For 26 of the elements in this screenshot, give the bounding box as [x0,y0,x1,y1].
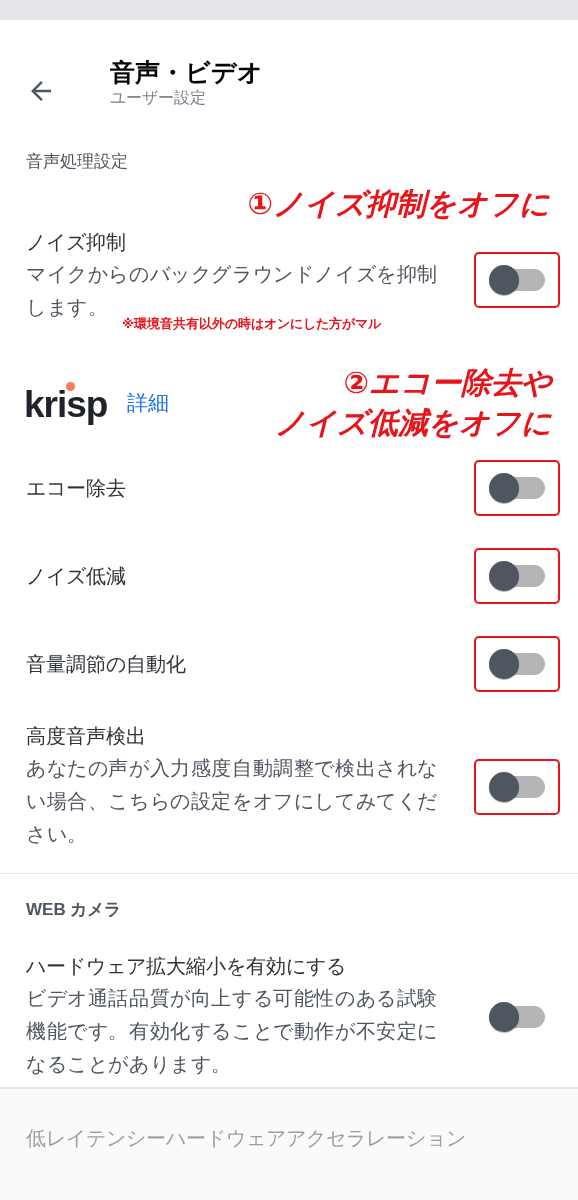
toggle-switch[interactable] [488,770,546,803]
page-title: 音声・ビデオ [110,57,263,88]
page-subtitle: ユーザー設定 [110,88,206,108]
section-heading: WEB カメラ [26,899,122,921]
setting-title: エコー除去 [26,476,126,501]
setting-title: 音量調節の自動化 [26,652,186,677]
krisp-logo: krisp [24,381,108,425]
setting-title: 低レイテンシーハードウェアアクセラレーション [26,1126,466,1151]
setting-description: マイクからのバックグラウンドノイズを抑制します。 [26,263,438,318]
setting-description: あなたの声が入力感度自動調整で検出されない場合、こちらの設定をオフにしてみてください。 [26,757,438,845]
toggle-switch[interactable] [488,264,546,296]
setting-title: 高度音声検出 [26,724,146,749]
toggle-switch[interactable] [488,648,546,680]
toggle-switch[interactable] [488,560,546,592]
annotation-text: ②エコー除去や [343,365,552,401]
setting-title: ノイズ低減 [26,564,126,589]
setting-title: ハードウェア拡大縮小を有効にする [26,954,346,979]
setting-description: ビデオ通話品質が向上する可能性のある試験機能です。有効化することで動作が不安定になることがあります。 [26,987,438,1075]
toggle-switch[interactable] [488,472,546,504]
setting-title: ノイズ抑制 [26,230,126,255]
details-link[interactable]: 詳細 [127,389,170,417]
annotation-text: ノイズ低減をオフに [275,405,552,441]
annotation-note: ※環境音共有以外の時はオンにした方がマル [122,316,382,332]
toggle-switch[interactable] [488,1000,546,1033]
annotation-text: ①ノイズ抑制をオフに [247,186,550,222]
section-heading: 音声処理設定 [26,151,128,173]
